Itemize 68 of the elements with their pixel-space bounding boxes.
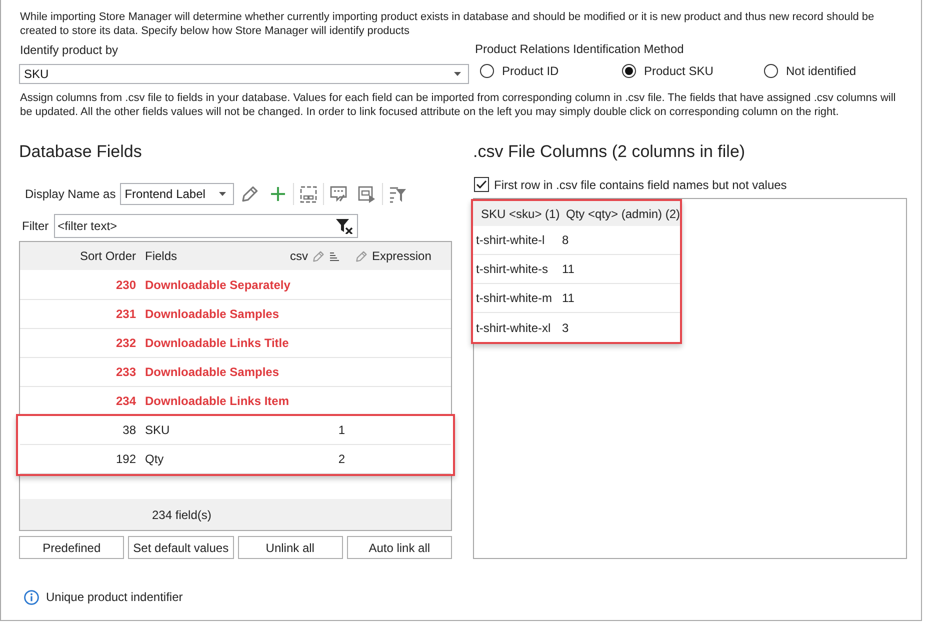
filter-clear-icon[interactable]: [336, 219, 353, 234]
info-text: Unique product indentifier: [45, 590, 183, 604]
field-label: Filter: [21, 219, 49, 233]
intro-text: While importing Store Manager will determine whether currently importing product exists in database and should be modified or it is new product and thus new record should be created to store its data. Specify below how Store Manager will identify products: [19, 10, 876, 38]
table-footer: 234 field(s): [20, 499, 451, 530]
caret-icon: [218, 192, 226, 196]
action-button[interactable]: Unlink all: [238, 536, 343, 559]
section-heading: Database Fields: [19, 141, 143, 163]
list-funnel-icon[interactable]: [388, 186, 406, 202]
table-cell-text: Downloadable Links Title: [144, 336, 289, 350]
dashed-square-icon[interactable]: [300, 186, 317, 202]
filter-field[interactable]: <filter text>: [54, 214, 358, 238]
table-cell-text: t-shirt-white-m: [475, 291, 554, 305]
section-heading: .csv File Columns (2 columns in file): [473, 141, 746, 163]
checkbox[interactable]: [474, 177, 489, 192]
table-cell-text: 230: [114, 278, 137, 292]
table-cell-text: 3: [561, 320, 570, 334]
table-cell-text: Downloadable Links Item: [144, 394, 290, 408]
column-header[interactable]: Expression: [372, 249, 432, 263]
table-cell-text: 192: [114, 452, 137, 466]
table-cell-text: 2: [337, 452, 346, 466]
table-cell-text: Qty: [144, 452, 165, 466]
radio-button[interactable]: [622, 64, 636, 78]
table-cell-text: SKU: [144, 423, 171, 437]
identify-product-dropdown[interactable]: SKU: [19, 64, 469, 84]
radio-label[interactable]: Product ID: [501, 64, 559, 78]
table-cell-text: t-shirt-white-xl: [475, 320, 552, 334]
column-header[interactable]: Fields: [145, 249, 178, 263]
pencil-icon[interactable]: [356, 250, 367, 262]
table-cell-text: 11: [561, 291, 576, 305]
column-header[interactable]: Sort Order: [80, 249, 136, 263]
table-cell-text: 232: [114, 336, 137, 350]
info-icon: [24, 590, 39, 604]
radio-button[interactable]: [480, 64, 494, 78]
action-button[interactable]: Auto link all: [346, 536, 452, 559]
table-cell-text: 11: [561, 262, 576, 276]
column-header[interactable]: csv: [290, 249, 308, 263]
checkbox-label[interactable]: First row in .csv file contains field names but not values: [493, 178, 787, 192]
radio-label[interactable]: Product SKU: [643, 64, 714, 78]
table-cell-text: t-shirt-white-s: [475, 262, 550, 276]
display-name-dropdown[interactable]: Frontend Label: [120, 183, 234, 205]
square-play-icon[interactable]: [358, 186, 375, 202]
action-button[interactable]: Predefined: [19, 536, 124, 559]
table-cell-text: 231: [114, 307, 137, 321]
action-button[interactable]: Set default values: [128, 536, 234, 559]
table-cell-text: Downloadable Samples: [144, 365, 280, 379]
radio-button[interactable]: [764, 64, 778, 78]
table-cell-text: 38: [122, 423, 137, 437]
radio-label[interactable]: Not identified: [785, 64, 856, 78]
table-cell-text: 234: [114, 394, 137, 408]
table-cell-text: 1: [337, 423, 346, 437]
caret-icon: [454, 72, 461, 76]
sort-lines-icon[interactable]: [330, 252, 339, 260]
note-pencil-icon[interactable]: [330, 186, 347, 202]
table-cell-text: t-shirt-white-l: [475, 233, 546, 247]
pencil-icon[interactable]: [242, 186, 258, 202]
plus-icon[interactable]: [270, 186, 286, 202]
instructions-text: Assign columns from .csv file to fields in your database. Values for each field can be imported from corresponding column in .csv file. The fields that have assigned .csv columns will be updated. All the other fields values will not be changed. In order to link focused attribute on the left you may simply double click on corresponding column on the right.: [19, 91, 897, 120]
column-header[interactable]: Qty <qty> (admin) (2): [566, 206, 680, 220]
pencil-icon[interactable]: [313, 250, 324, 262]
table-cell-text: 8: [561, 233, 570, 247]
column-header[interactable]: SKU <sku> (1): [481, 206, 560, 220]
section-label: Product Relations Identification Method: [474, 42, 685, 56]
field-label: Identify product by: [19, 43, 120, 57]
field-label: Display Name as: [24, 187, 116, 201]
table-cell-text: 233: [114, 365, 137, 379]
table-cell-text: Downloadable Separately: [144, 278, 290, 292]
table-cell-text: Downloadable Samples: [144, 307, 280, 321]
